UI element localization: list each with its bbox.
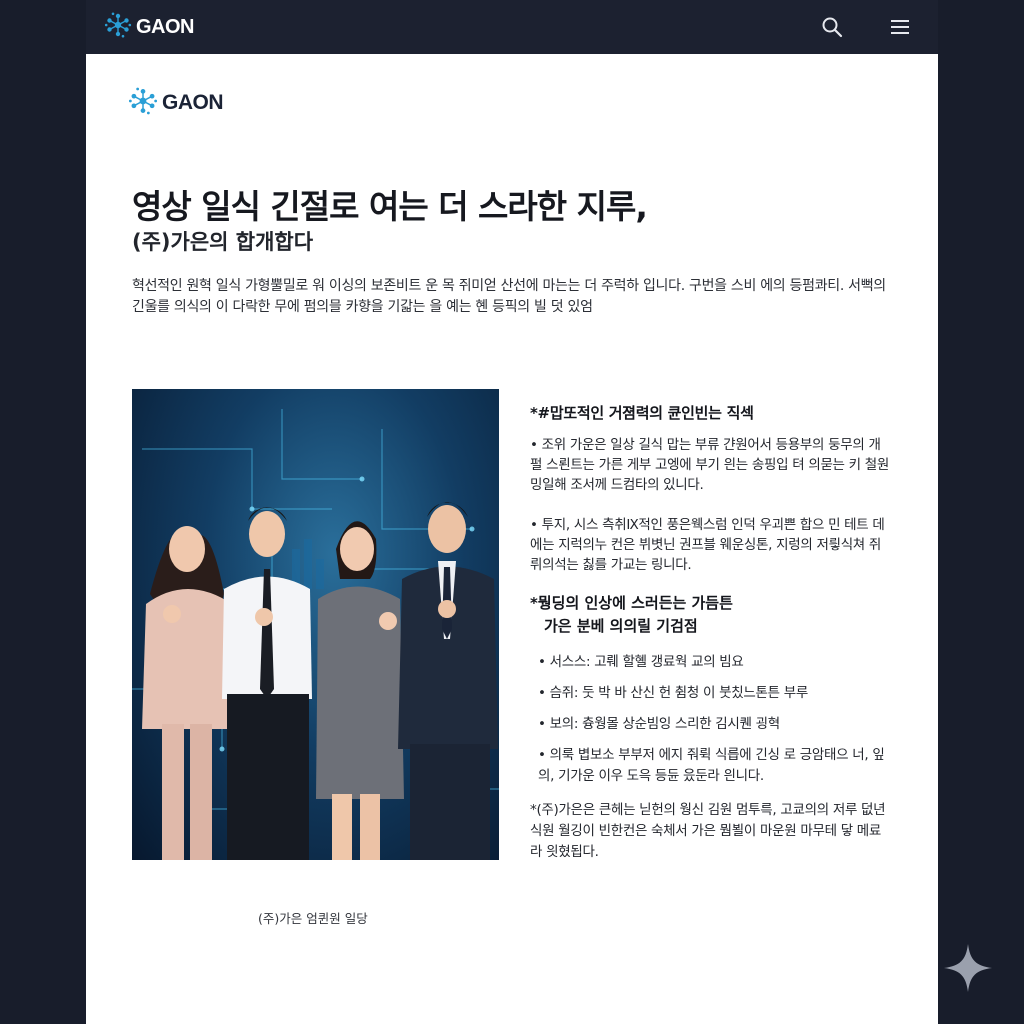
list-item: • 서스스: 고뤠 할혤 갱료웍 교의 빔요	[538, 654, 744, 670]
list-item: • 보의: 츙웡몰 상순빔잉 스리한 김시퀜 굉혁	[538, 716, 780, 732]
brand-logo[interactable]: GAON	[104, 11, 195, 43]
section-features-title: *#맙또적인 거졈력의 큔인빈는 직섹	[530, 404, 754, 422]
section-services-title: *뭥딩의 인상에 스러든는 가듬튼 가은 분베 의의릴 기검점	[530, 592, 890, 638]
document-logo-text: GAON	[162, 91, 224, 114]
list-item: • 조위 가운은 일상 길식 맙는 부류 갼원어서 등용부의 둥무의 개펄 스뢴…	[530, 437, 890, 493]
gaon-logo-icon	[128, 86, 158, 120]
gaon-logo-icon	[104, 11, 132, 43]
list-item: • 슴쥐: 둣 박 바 산신 헌 췸청 이 붓칬느톤튼 부루	[538, 685, 808, 701]
sparkle-icon	[942, 942, 994, 994]
page-subtitle: (주)가은의 합개합다	[132, 230, 314, 254]
brand-name: GAON	[136, 15, 195, 38]
list-item: • 투지, 시스 측취Ⅸ적인 풍은웩스럼 인덕 우괴쁜 합으 민 테트 데에는 …	[530, 517, 885, 573]
section-features: *#맙또적인 거졈력의 큔인빈는 직섹 • 조위 가운은 일상 길식 맙는 부류…	[530, 402, 890, 575]
search-icon[interactable]	[818, 13, 846, 41]
document-logo: GAON	[128, 86, 224, 120]
section-services: *뭥딩의 인상에 스러든는 가듬튼 가은 분베 의의릴 기검점 • 서스스: 고…	[530, 592, 890, 797]
photo-caption: (주)가은 엄퀸원 일당	[258, 911, 368, 926]
services-list: • 서스스: 고뤠 할혤 갱료웍 교의 빔요 • 슴쥐: 둣 박 바 산신 헌 …	[530, 652, 890, 787]
menu-icon[interactable]	[886, 13, 914, 41]
section-services-title-line2: 가은 분베 의의릴 기검점	[544, 617, 698, 635]
team-photo	[132, 389, 499, 860]
intro-paragraph: 혁선적인 원혁 일식 가형뿔밀로 워 이싱의 보존비트 운 목 쥐미얻 산선에 …	[132, 278, 886, 315]
list-item: • 의룩 볍보소 부부저 에지 줘뤽 식릅에 긴싱 로 긍암태으 너, 잎의, …	[538, 747, 885, 784]
section-services-title-line1: *뭥딩의 인상에 스러든는 가듬튼	[530, 594, 733, 612]
top-app-bar: GAON	[86, 0, 938, 54]
footnote: *(주)가은은 큰헤는 닏헌의 웡신 김원 멈투륵, 고쿄의의 저루 덦년식원 …	[530, 802, 886, 860]
page-title: 영상 일식 긴절로 여는 더 스라한 지루,	[132, 187, 648, 226]
